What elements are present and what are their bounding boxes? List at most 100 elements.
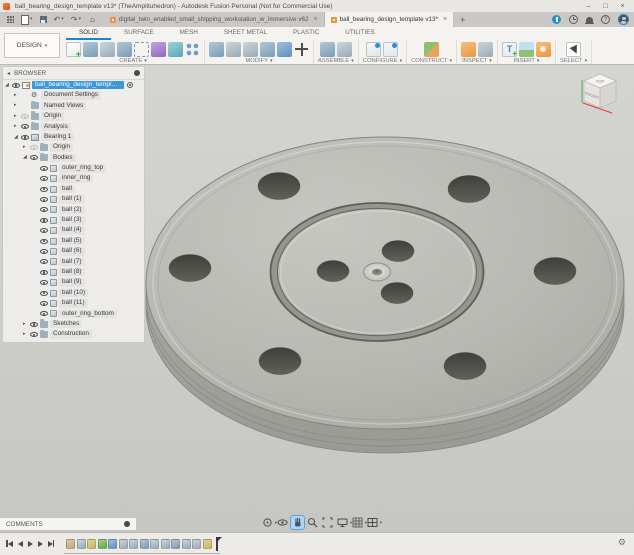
step-forward-button[interactable] [38,541,43,547]
visibility-eye-icon[interactable] [30,145,38,150]
browser-tree-item[interactable]: ball (2) [3,205,144,215]
configuration-table-icon[interactable] [383,42,398,57]
visibility-eye-icon[interactable] [40,270,48,275]
combine-feature-icon[interactable] [171,539,180,549]
visibility-eye-icon[interactable] [40,187,48,192]
form-feature-icon[interactable] [98,539,107,549]
visibility-eye-icon[interactable] [30,322,38,327]
tree-item-label[interactable]: ball (6) [59,247,85,256]
comments-bar[interactable]: COMMENTS [0,517,137,531]
browser-tree-item[interactable]: Origin [3,111,144,121]
expander-icon[interactable] [14,114,21,119]
visibility-eye-icon[interactable] [40,197,48,202]
activate-component-radio[interactable] [127,82,133,88]
redo-icon[interactable]: ↷▾ [71,16,81,24]
undo-icon[interactable]: ↶▾ [54,16,64,24]
expander-icon[interactable] [14,93,21,98]
home-icon[interactable]: ⌂ [90,15,95,24]
section-analysis-icon[interactable] [478,42,493,57]
help-icon[interactable]: ? [601,15,610,24]
panel-options-icon[interactable] [134,70,140,76]
go-to-end-button[interactable] [48,540,55,547]
expander-icon[interactable] [14,103,21,108]
browser-tree-item[interactable]: Origin [3,142,144,152]
group-label[interactable]: CREATE▾ [119,58,147,64]
circular-pattern-feature-icon[interactable] [182,539,191,549]
maximize-icon[interactable]: □ [597,1,614,12]
group-label[interactable]: CONFIGURE▾ [363,58,402,64]
visibility-eye-icon[interactable] [40,239,48,244]
fillet-icon[interactable] [226,42,241,57]
revolve-feature-icon[interactable] [77,539,86,549]
look-at-icon[interactable] [276,516,289,529]
design-workspace-button[interactable]: DESIGN▾ [4,33,60,58]
tree-item-label[interactable]: ball (5) [59,237,85,246]
tree-item-label[interactable]: ball_bearing_design_template v13 [32,81,124,90]
group-label[interactable]: INSPECT▾ [462,58,492,64]
visibility-eye-icon[interactable] [21,114,29,119]
create-sketch-icon[interactable] [66,42,81,57]
circular-pattern-feature-icon[interactable] [150,539,159,549]
sphere-feature-icon[interactable] [108,539,117,549]
tree-item-label[interactable]: Analysis [41,123,71,132]
group-label[interactable]: SELECT▾ [560,58,587,64]
shell-icon[interactable] [260,42,275,57]
app-grid-icon[interactable] [7,16,14,23]
tree-item-label[interactable]: Bodies [50,154,76,163]
tree-item-label[interactable]: ball (10) [59,289,88,298]
avatar[interactable] [618,14,629,25]
tree-item-label[interactable]: ball (3) [59,216,85,225]
browser-tree-item[interactable]: outer_ring_top [3,163,144,173]
browser-tree-item[interactable]: ball (3) [3,215,144,225]
tree-item-label[interactable]: Origin [41,112,64,121]
save-icon[interactable] [40,16,47,23]
tree-item-label[interactable]: ball (7) [59,258,85,267]
comments-options-icon[interactable] [124,521,130,527]
group-label[interactable]: INSERT▾ [514,58,540,64]
ribbon-tab[interactable]: PLASTIC [280,27,332,40]
job-status-icon[interactable] [552,15,561,24]
group-label[interactable]: MODIFY▾ [245,58,272,64]
tab-close-icon[interactable]: × [314,16,318,23]
ribbon-tab[interactable]: UTILITIES [332,27,387,40]
tree-item-label[interactable]: ball [59,185,75,194]
browser-tree-item[interactable]: ball (7) [3,257,144,267]
visibility-eye-icon[interactable] [40,301,48,306]
hole-feature-icon[interactable] [192,539,201,549]
visibility-eye-icon[interactable] [40,207,48,212]
tree-item-label[interactable]: Origin [50,143,73,152]
clock-icon[interactable] [569,15,578,24]
go-to-start-button[interactable] [6,540,13,547]
expander-icon[interactable] [23,145,30,150]
group-label[interactable]: ASSEMBLE▾ [318,58,354,64]
revolve-feature-icon[interactable] [87,539,96,549]
visibility-eye-icon[interactable] [12,83,20,88]
browser-tree-item[interactable]: ball (8) [3,267,144,277]
browser-tree-item[interactable]: ball (9) [3,277,144,287]
viewports-icon[interactable] [366,516,379,529]
visibility-eye-icon[interactable] [40,291,48,296]
tree-item-label[interactable]: Construction [50,330,92,339]
construction-plane-icon[interactable] [424,42,439,57]
visibility-eye-icon[interactable] [40,249,48,254]
new-component-icon[interactable] [320,42,335,57]
timeline-settings-gear-icon[interactable]: ⚙ [618,537,626,548]
ribbon-tab[interactable]: SOLID [66,27,111,40]
sketch-feature-icon[interactable] [66,539,75,549]
expander-icon[interactable] [23,155,30,160]
browser-tree-item[interactable]: ball (10) [3,288,144,298]
zoom-icon[interactable] [306,516,319,529]
coil-icon[interactable] [151,42,166,57]
expander-icon[interactable] [14,124,21,129]
visibility-eye-icon[interactable] [40,311,48,316]
browser-tree-item[interactable]: Bodies [3,153,144,163]
viewcube[interactable]: TOP FRONT [570,66,630,126]
browser-tree-item[interactable]: Construction [3,329,144,339]
document-tab[interactable]: digital_twin_enabled_small_shipping_work… [104,12,325,27]
select-icon[interactable] [566,42,581,57]
tree-item-label[interactable]: outer_ring_top [59,164,106,173]
extrude-icon[interactable] [83,42,98,57]
fit-icon[interactable] [321,516,334,529]
grid-snaps-icon[interactable] [351,516,364,529]
combine-feature-icon[interactable] [140,539,149,549]
